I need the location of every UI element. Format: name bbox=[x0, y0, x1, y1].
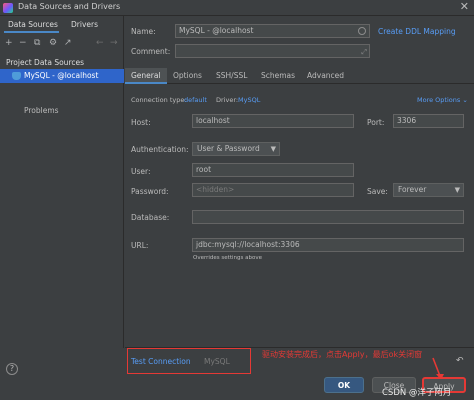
add-icon[interactable]: + bbox=[5, 36, 13, 50]
tab-schemas[interactable]: Schemas bbox=[261, 71, 295, 80]
url-field[interactable]: jdbc:mysql://localhost:3306 bbox=[192, 238, 464, 252]
tab-drivers[interactable]: Drivers bbox=[71, 20, 98, 29]
password-field[interactable]: <hidden> bbox=[192, 183, 354, 197]
left-toolbar: + − ⧉ ⚙ ↗ ← → bbox=[0, 36, 124, 50]
window-title: Data Sources and Drivers bbox=[18, 2, 121, 11]
comment-field[interactable]: ⤢ bbox=[175, 44, 370, 58]
dropdown-arrow-icon: ▼ bbox=[454, 186, 460, 194]
tab-general[interactable]: General bbox=[131, 71, 161, 80]
save-label: Save: bbox=[367, 187, 388, 196]
title-bar: Data Sources and Drivers ✕ bbox=[0, 0, 474, 16]
driver-link[interactable]: MySQL bbox=[238, 96, 260, 104]
url-label: URL: bbox=[131, 241, 149, 250]
datasource-item-mysql[interactable]: MySQL - @localhost bbox=[0, 69, 124, 83]
driver-label: Driver: bbox=[216, 96, 239, 104]
settings-tabs: General Options SSH/SSL Schemas Advanced bbox=[125, 68, 474, 84]
test-driver-label: MySQL bbox=[204, 357, 230, 366]
mysql-icon bbox=[12, 72, 21, 80]
dropdown-arrow-icon: ▼ bbox=[270, 145, 276, 153]
database-field[interactable] bbox=[192, 210, 464, 224]
more-options-label: More Options bbox=[417, 96, 461, 104]
port-label: Port: bbox=[367, 118, 385, 127]
name-label: Name: bbox=[131, 27, 156, 36]
close-window-icon[interactable]: ✕ bbox=[460, 0, 469, 13]
watermark: CSDN @洋子阿月 bbox=[382, 388, 452, 398]
test-connection-link[interactable]: Test Connection bbox=[131, 357, 191, 366]
database-label: Database: bbox=[131, 213, 170, 222]
user-field[interactable]: root bbox=[192, 163, 354, 177]
ok-button[interactable]: OK bbox=[324, 377, 364, 393]
save-select[interactable]: Forever ▼ bbox=[393, 183, 464, 197]
tab-ssh-ssl[interactable]: SSH/SSL bbox=[216, 71, 247, 80]
name-field[interactable]: MySQL - @localhost bbox=[175, 24, 370, 38]
tab-active-line bbox=[125, 82, 167, 84]
host-label: Host: bbox=[131, 118, 151, 127]
authentication-label: Authentication: bbox=[131, 145, 189, 154]
tab-options[interactable]: Options bbox=[173, 71, 202, 80]
name-value: MySQL - @localhost bbox=[179, 26, 254, 35]
create-ddl-link[interactable]: Create DDL Mapping bbox=[378, 27, 456, 36]
duplicate-icon[interactable]: ⧉ bbox=[34, 36, 40, 50]
remove-icon[interactable]: − bbox=[19, 36, 27, 50]
tab-advanced[interactable]: Advanced bbox=[307, 71, 344, 80]
color-circle-icon[interactable] bbox=[358, 27, 366, 35]
section-title: Project Data Sources bbox=[6, 58, 85, 67]
problems-item[interactable]: Problems bbox=[24, 106, 59, 115]
forward-arrow-icon[interactable]: → bbox=[110, 36, 118, 50]
tab-data-sources[interactable]: Data Sources bbox=[8, 20, 58, 29]
host-field[interactable]: localhost bbox=[192, 114, 354, 128]
intellij-icon bbox=[3, 3, 13, 13]
active-tab-indicator bbox=[4, 31, 59, 33]
port-field[interactable]: 3306 bbox=[393, 114, 464, 128]
authentication-value: User & Password bbox=[197, 144, 260, 153]
overrides-note: Overrides settings above bbox=[193, 255, 262, 261]
datasource-label: MySQL - @localhost bbox=[24, 71, 99, 80]
revert-icon[interactable]: ↶ bbox=[456, 356, 464, 366]
back-arrow-icon[interactable]: ← bbox=[96, 36, 104, 50]
password-label: Password: bbox=[131, 187, 169, 196]
save-value: Forever bbox=[398, 185, 427, 194]
open-external-icon[interactable]: ↗ bbox=[64, 36, 72, 50]
comment-label: Comment: bbox=[131, 47, 171, 56]
expand-icon[interactable]: ⤢ bbox=[361, 46, 367, 57]
annotation-text: 驱动安装完成后，点击Apply，最后ok关闭窗 bbox=[262, 350, 423, 359]
connection-type-value[interactable]: default bbox=[184, 96, 207, 104]
user-label: User: bbox=[131, 167, 151, 176]
authentication-select[interactable]: User & Password ▼ bbox=[192, 142, 280, 156]
settings-icon[interactable]: ⚙ bbox=[49, 36, 57, 50]
chevron-down-icon: ⌄ bbox=[462, 96, 468, 104]
connection-type-label: Connection type: bbox=[131, 96, 187, 104]
left-panel: Data Sources Drivers + − ⧉ ⚙ ↗ ← → Proje… bbox=[0, 16, 124, 368]
help-icon[interactable]: ? bbox=[6, 363, 18, 375]
more-options-link[interactable]: More Options ⌄ bbox=[417, 96, 468, 104]
